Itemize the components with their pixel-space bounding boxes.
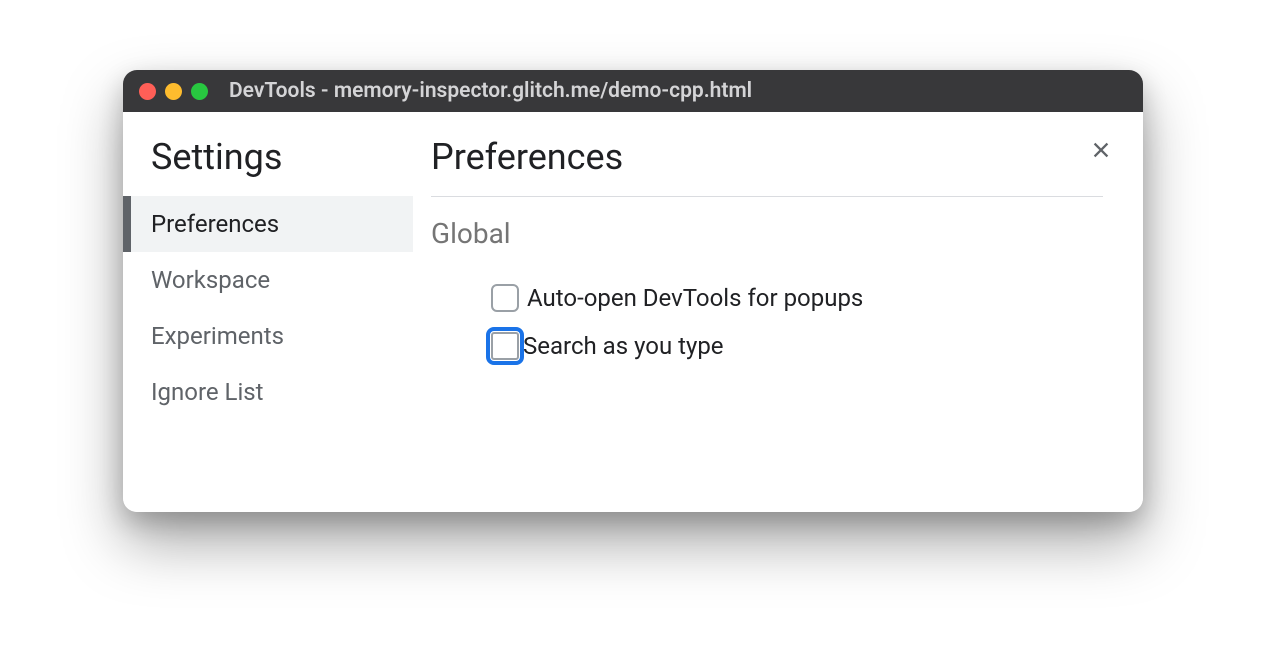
titlebar: DevTools - memory-inspector.glitch.me/de…: [123, 70, 1143, 112]
option-row-search-as-you-type: Search as you type: [431, 322, 1103, 370]
sidebar-item-label: Workspace: [151, 266, 270, 294]
sidebar-item-label: Experiments: [151, 322, 284, 350]
option-row-auto-open: Auto-open DevTools for popups: [431, 274, 1103, 322]
main-title: Preferences: [431, 136, 1103, 197]
devtools-window: DevTools - memory-inspector.glitch.me/de…: [123, 70, 1143, 512]
settings-sidebar: Settings Preferences Workspace Experimen…: [123, 112, 413, 512]
sidebar-item-experiments[interactable]: Experiments: [123, 308, 413, 364]
window-title: DevTools - memory-inspector.glitch.me/de…: [229, 79, 752, 103]
checkbox-search-as-you-type[interactable]: [491, 332, 519, 360]
sidebar-item-workspace[interactable]: Workspace: [123, 252, 413, 308]
checkbox-auto-open[interactable]: [491, 284, 519, 312]
sidebar-title: Settings: [123, 136, 413, 196]
section-title: Global: [431, 217, 1103, 250]
window-maximize-button[interactable]: [191, 83, 208, 100]
settings-main: Preferences Global Auto-open DevTools fo…: [413, 112, 1143, 512]
option-label[interactable]: Auto-open DevTools for popups: [527, 284, 863, 312]
close-button[interactable]: [1087, 136, 1115, 164]
option-label[interactable]: Search as you type: [523, 332, 724, 360]
sidebar-item-ignore-list[interactable]: Ignore List: [123, 364, 413, 420]
window-minimize-button[interactable]: [165, 83, 182, 100]
settings-content: Settings Preferences Workspace Experimen…: [123, 112, 1143, 512]
window-close-button[interactable]: [139, 83, 156, 100]
close-icon: [1090, 139, 1112, 161]
sidebar-item-label: Ignore List: [151, 378, 264, 406]
sidebar-item-label: Preferences: [151, 210, 279, 238]
sidebar-item-preferences[interactable]: Preferences: [123, 196, 413, 252]
